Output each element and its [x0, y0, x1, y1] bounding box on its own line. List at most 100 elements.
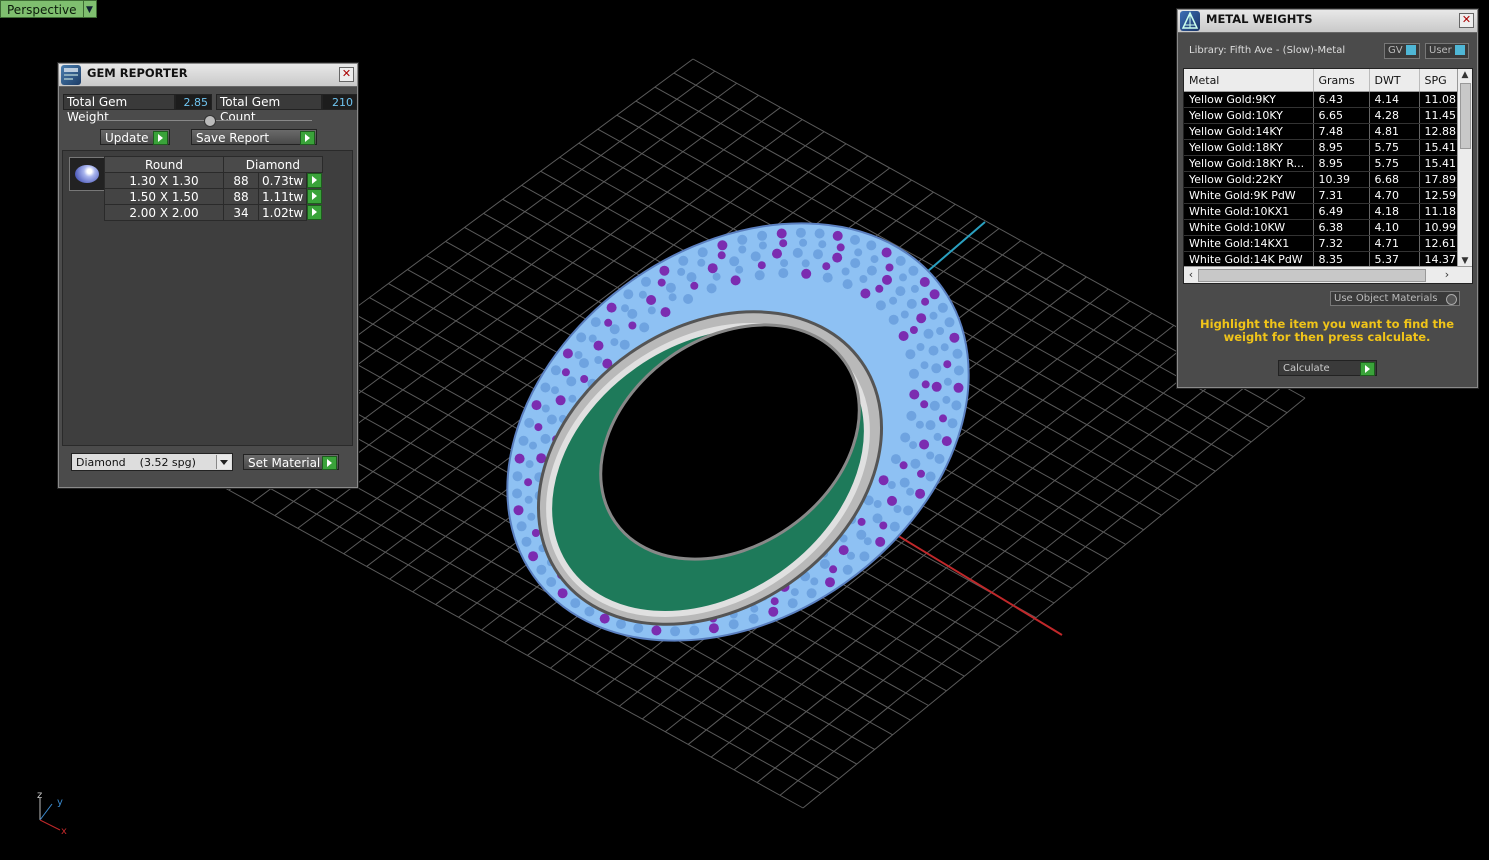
metal-cell-spg: 17.89: [1419, 171, 1458, 188]
gem-stone: [524, 417, 535, 428]
prong-bead: [770, 597, 779, 606]
prong-bead: [931, 381, 942, 392]
col-metal-header[interactable]: Metal: [1184, 69, 1314, 92]
update-button[interactable]: Update: [100, 129, 170, 145]
gem-stone: [748, 613, 759, 624]
select-gem-button[interactable]: [307, 205, 323, 220]
user-label: User: [1429, 45, 1452, 56]
gem-size: 1.50 X 1.50: [104, 188, 224, 205]
gem-stone: [906, 298, 917, 309]
close-icon[interactable]: ✕: [1459, 13, 1474, 28]
gem-stone: [778, 268, 789, 279]
gem-stone: [540, 433, 551, 444]
gem-stone: [518, 435, 529, 446]
metal-row[interactable]: Yellow Gold:14KY 7.48 4.81 12.88: [1184, 123, 1458, 140]
metal-row[interactable]: White Gold:10KX1 6.49 4.18 11.18: [1184, 203, 1458, 220]
gem-stone: [947, 418, 958, 429]
prong-bead: [941, 436, 952, 447]
metal-cell-metal: White Gold:10KX1: [1184, 203, 1314, 220]
gem-row[interactable]: 1.50 X 1.50 88 1.11tw: [104, 188, 323, 205]
axis-y-label: y: [57, 797, 63, 808]
prong-bead: [832, 252, 843, 263]
gem-stone: [859, 275, 868, 283]
viewport-dropdown-icon[interactable]: ▼: [83, 0, 97, 18]
gem-weight: 0.73tw: [257, 172, 308, 189]
gem-stone: [540, 382, 551, 393]
metal-row[interactable]: Yellow Gold:18KY 8.95 5.75 15.41: [1184, 139, 1458, 156]
metal-row[interactable]: Yellow Gold:22KY 10.39 6.68 17.89: [1184, 171, 1458, 188]
prong-bead: [690, 281, 699, 290]
prong-bead: [606, 302, 617, 313]
viewport-label[interactable]: Perspective: [0, 0, 84, 18]
gem-stone: [792, 247, 803, 258]
splitter-handle[interactable]: [204, 115, 216, 127]
gem-stone: [850, 258, 861, 269]
gem-stone: [850, 234, 860, 245]
metal-row[interactable]: Yellow Gold:10KY 6.65 4.28 11.45: [1184, 107, 1458, 124]
scroll-thumb[interactable]: [1198, 269, 1426, 282]
metal-row[interactable]: Yellow Gold:9KY 6.43 4.14 11.08: [1184, 91, 1458, 108]
metal-cell-metal: White Gold:14KX1: [1184, 235, 1314, 252]
total-gem-count-label: Total Gem Count: [215, 94, 322, 124]
horizontal-scrollbar[interactable]: ‹ ›: [1184, 266, 1472, 283]
metal-row[interactable]: Yellow Gold:18KY R... 8.95 5.75 15.41: [1184, 155, 1458, 172]
scroll-left-icon[interactable]: ‹: [1184, 267, 1198, 283]
metal-cell-dwt: 4.10: [1369, 219, 1420, 236]
gem-stone: [790, 588, 799, 597]
material-select[interactable]: Diamond (3.52 spg): [71, 453, 233, 471]
select-gem-button[interactable]: [307, 173, 323, 189]
scroll-right-icon[interactable]: ›: [1440, 267, 1454, 283]
metal-cell-spg: 11.45: [1419, 107, 1458, 124]
chevron-down-icon[interactable]: [216, 455, 231, 469]
gem-row[interactable]: 2.00 X 2.00 34 1.02tw: [104, 204, 323, 221]
use-object-materials-toggle[interactable]: Use Object Materials: [1330, 291, 1460, 306]
vertical-scrollbar[interactable]: ▲ ▼: [1457, 69, 1472, 267]
gv-toggle[interactable]: GV: [1384, 43, 1420, 59]
save-report-button[interactable]: Save Report: [191, 129, 317, 145]
metal-cell-grams: 6.38: [1313, 219, 1370, 236]
metal-row[interactable]: White Gold:14KX1 7.32 4.71 12.61: [1184, 235, 1458, 252]
metal-weights-titlebar[interactable]: METAL WEIGHTS ✕: [1178, 10, 1477, 33]
gem-thumbnail[interactable]: [69, 157, 105, 191]
gem-stone: [754, 270, 765, 281]
col-spg-header[interactable]: SPG: [1419, 69, 1458, 92]
prong-bead: [514, 453, 525, 464]
calculate-button[interactable]: Calculate: [1278, 360, 1377, 376]
gem-stone: [952, 348, 963, 359]
metal-cell-spg: 12.88: [1419, 123, 1458, 140]
gem-stone: [728, 619, 739, 630]
gem-stone: [678, 255, 689, 266]
prong-bead: [561, 368, 570, 377]
gem-stone: [787, 598, 798, 609]
metal-row[interactable]: White Gold:9K PdW 7.31 4.70 12.59: [1184, 187, 1458, 204]
gem-row[interactable]: 1.30 X 1.30 88 0.73tw: [104, 172, 323, 189]
set-material-button[interactable]: Set Material: [243, 454, 339, 470]
calculate-label: Calculate: [1283, 363, 1330, 374]
metal-cell-dwt: 4.71: [1369, 235, 1420, 252]
select-gem-button[interactable]: [307, 189, 323, 204]
prong-bead: [825, 577, 835, 588]
scroll-thumb[interactable]: [1460, 83, 1471, 149]
gem-stone: [527, 512, 536, 521]
gem-stone: [683, 294, 694, 304]
metal-cell-metal: White Gold:9K PdW: [1184, 187, 1314, 204]
gem-stone: [738, 245, 747, 254]
prong-bead: [875, 284, 884, 293]
scroll-up-icon[interactable]: ▲: [1458, 69, 1472, 81]
gem-stone: [737, 234, 748, 245]
gem-stone: [942, 395, 951, 404]
viewport-tab[interactable]: Perspective ▼: [0, 0, 97, 18]
user-toggle[interactable]: User: [1425, 43, 1469, 59]
col-grams-header[interactable]: Grams: [1313, 69, 1370, 92]
metal-row[interactable]: White Gold:10KW 6.38 4.10 10.99: [1184, 219, 1458, 236]
metal-cell-dwt: 4.14: [1369, 91, 1420, 108]
gem-reporter-titlebar[interactable]: GEM REPORTER ✕: [59, 64, 357, 87]
gem-count: 34: [223, 204, 259, 221]
gem-stone: [934, 453, 945, 464]
metal-cell-grams: 7.48: [1313, 123, 1370, 140]
metal-cell-metal: Yellow Gold:18KY: [1184, 139, 1314, 156]
col-dwt-header[interactable]: DWT: [1369, 69, 1420, 92]
gem-stone: [872, 513, 883, 524]
close-icon[interactable]: ✕: [339, 67, 354, 82]
radio-icon: [1446, 294, 1457, 305]
